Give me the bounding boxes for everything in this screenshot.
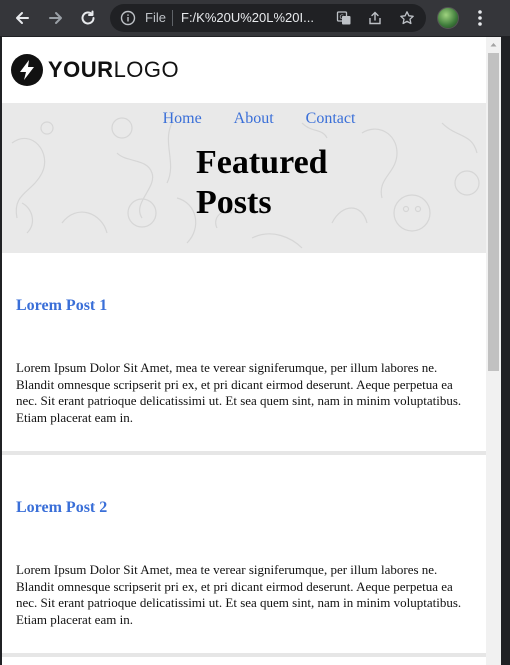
share-icon[interactable] xyxy=(366,9,384,27)
main-nav: Home About Contact xyxy=(2,110,486,128)
post-body-2: Lorem Ipsum Dolor Sit Amet, mea te verea… xyxy=(16,562,462,627)
star-icon[interactable] xyxy=(398,9,416,27)
info-icon[interactable] xyxy=(120,10,136,26)
logo-text-bold: YOUR xyxy=(48,57,114,82)
logo-text-light: LOGO xyxy=(113,57,180,82)
url-text[interactable]: F:/K%20U%20L%20I... xyxy=(181,10,331,25)
site-logo[interactable]: YOURLOGO xyxy=(11,54,179,86)
back-arrow-icon[interactable] xyxy=(10,6,34,30)
profile-avatar[interactable] xyxy=(437,7,459,29)
window-edge xyxy=(501,37,510,665)
lightning-bolt-icon xyxy=(11,54,43,86)
site-header: YOURLOGO xyxy=(2,37,486,103)
post-title-2[interactable]: Lorem Post 2 xyxy=(16,499,107,517)
page-scrollbar[interactable] xyxy=(486,37,501,665)
post-card: Lorem Post 1 Lorem Ipsum Dolor Sit Amet,… xyxy=(2,253,486,451)
hero-banner: Home About Contact Featured Posts xyxy=(2,103,486,253)
post-title-1[interactable]: Lorem Post 1 xyxy=(16,297,107,315)
post-card: Lorem Post 2 Lorem Ipsum Dolor Sit Amet,… xyxy=(2,455,486,653)
svg-text:G: G xyxy=(340,14,345,21)
scroll-up-arrow-icon[interactable] xyxy=(486,37,501,52)
address-bar[interactable]: File F:/K%20U%20L%20I... G xyxy=(110,4,426,32)
logo-text: YOURLOGO xyxy=(48,57,179,83)
file-scheme-label: File xyxy=(145,10,166,25)
page-title: Featured Posts xyxy=(196,144,328,221)
browser-toolbar: File F:/K%20U%20L%20I... G xyxy=(0,0,510,36)
nav-link-about[interactable]: About xyxy=(234,110,274,128)
reload-icon[interactable] xyxy=(76,6,100,30)
post-divider xyxy=(2,653,486,657)
nav-link-home[interactable]: Home xyxy=(163,110,202,128)
translate-icon[interactable]: G xyxy=(335,9,353,27)
forward-arrow-icon[interactable] xyxy=(44,6,68,30)
omnibox-separator xyxy=(172,10,173,26)
post-body-1: Lorem Ipsum Dolor Sit Amet, mea te verea… xyxy=(16,360,462,425)
nav-link-contact[interactable]: Contact xyxy=(306,110,356,128)
menu-kebab-icon[interactable] xyxy=(468,6,492,30)
scrollbar-thumb[interactable] xyxy=(488,53,499,371)
page-viewport: YOURLOGO Home About Contact Featured Pos… xyxy=(2,37,486,665)
